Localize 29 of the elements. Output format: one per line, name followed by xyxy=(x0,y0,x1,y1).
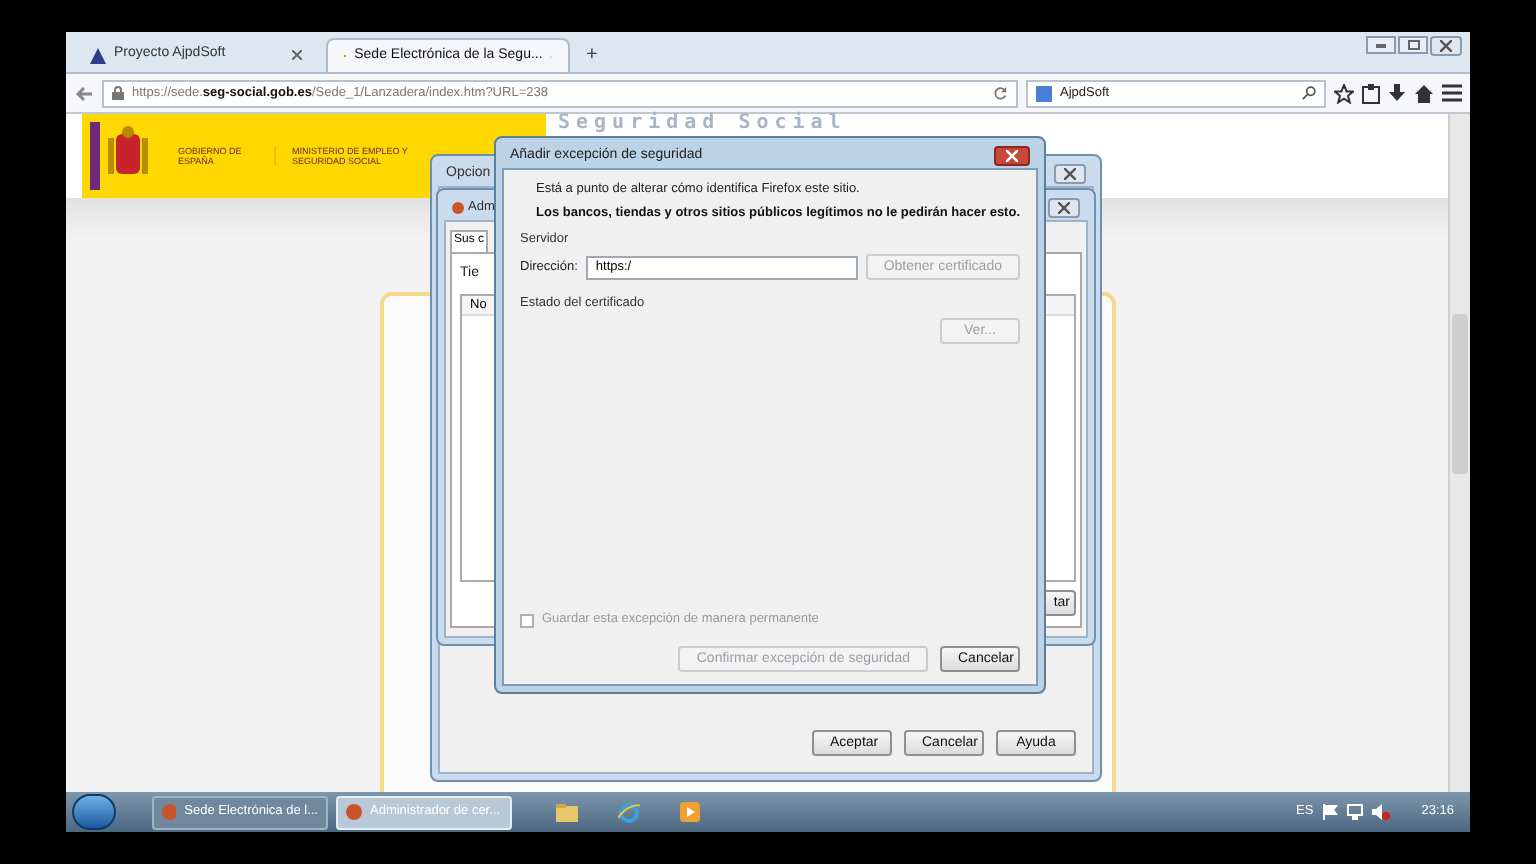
browser-icon xyxy=(452,202,464,214)
network-icon[interactable] xyxy=(1345,804,1364,820)
minimize-button[interactable] xyxy=(1366,36,1396,54)
browser-icon xyxy=(346,804,362,820)
star-icon[interactable] xyxy=(1334,83,1354,103)
new-tab-button[interactable]: + xyxy=(578,38,606,72)
start-button[interactable] xyxy=(72,794,116,830)
browser-icon xyxy=(162,804,177,820)
back-arrow-icon[interactable] xyxy=(74,83,94,103)
flag-icon[interactable] xyxy=(1321,804,1338,820)
maximize-button[interactable] xyxy=(1398,36,1428,54)
search-engine-icon xyxy=(1036,85,1052,101)
close-button[interactable] xyxy=(1054,164,1086,184)
lock-icon xyxy=(112,86,124,100)
media-player-icon[interactable] xyxy=(680,802,700,822)
minimize-icon xyxy=(1376,43,1386,47)
site-brand: Seguridad Social xyxy=(558,114,847,134)
search-icon[interactable] xyxy=(1302,86,1316,100)
close-button[interactable] xyxy=(1048,198,1080,218)
menu-icon[interactable] xyxy=(1442,84,1462,102)
close-button[interactable] xyxy=(994,146,1030,166)
restore-icon xyxy=(1407,40,1419,50)
download-icon[interactable] xyxy=(1388,83,1406,103)
close-button[interactable] xyxy=(1430,36,1462,56)
reload-icon[interactable] xyxy=(994,86,1008,100)
clipboard-icon[interactable] xyxy=(1362,83,1380,103)
home-icon[interactable] xyxy=(1414,83,1434,103)
muted-speaker-icon[interactable] xyxy=(1371,804,1390,820)
internet-explorer-icon[interactable] xyxy=(618,801,640,823)
